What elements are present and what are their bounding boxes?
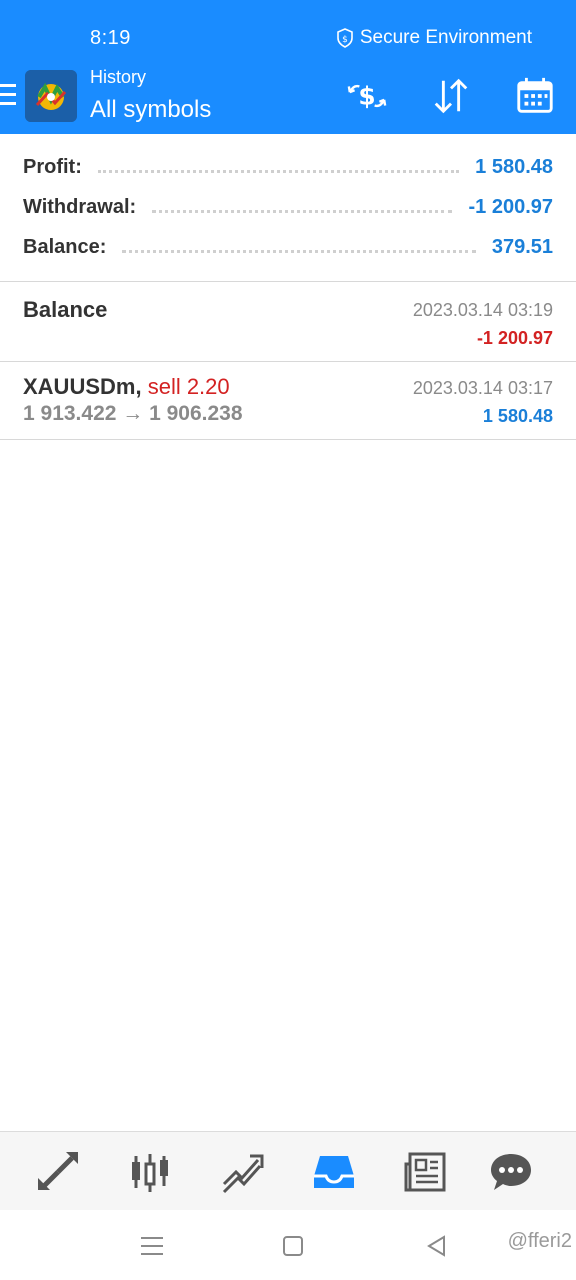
chat-icon [491, 1154, 531, 1190]
secure-label: Secure Environment [359, 27, 532, 48]
deal-row-xauusdm[interactable]: XAUUSDm, sell 2.20 1 913.422 → 1 906.238… [0, 362, 576, 440]
history-summary: Profit: 1 580.48 Withdrawal: -1 200.97 B… [0, 134, 576, 282]
summary-value: 1 580.48 [475, 155, 553, 178]
news-icon [404, 1152, 446, 1192]
summary-row-withdrawal: Withdrawal: -1 200.97 [23, 192, 553, 222]
summary-label: Withdrawal: [23, 195, 137, 218]
watermark: @fferi2 [507, 1230, 572, 1252]
summary-label: Profit: [23, 155, 82, 178]
nav-news[interactable] [403, 1149, 449, 1195]
back-button[interactable] [424, 1232, 452, 1260]
deposit-withdraw-button[interactable]: $ [345, 74, 389, 118]
system-navigation-bar: @fferi2 [0, 1210, 576, 1280]
deal-prices: 1 913.422 → 1 906.238 [23, 402, 243, 425]
summary-row-balance: Balance: 379.51 [23, 232, 553, 262]
deal-amount: 1 580.48 [482, 406, 553, 426]
deal-row-balance[interactable]: Balance 2023.03.14 03:19 -1 200.97 [0, 283, 576, 362]
deal-date: 2023.03.14 03:17 [412, 378, 553, 398]
bottom-navigation [0, 1131, 576, 1210]
summary-value: -1 200.97 [468, 195, 553, 218]
quotes-icon [38, 1152, 78, 1190]
nav-quotes[interactable] [35, 1149, 81, 1195]
page-subtitle: History [90, 67, 147, 87]
shield-icon: $ [337, 28, 353, 48]
home-button[interactable] [280, 1232, 308, 1260]
calendar-button[interactable] [513, 74, 557, 118]
secure-environment-indicator: $ Secure Environment [336, 27, 532, 49]
deal-amount: -1 200.97 [476, 328, 553, 348]
deal-date: 2023.03.14 03:19 [412, 300, 553, 320]
page-title[interactable]: All symbols [90, 96, 211, 124]
nav-chart[interactable] [127, 1149, 173, 1195]
back-icon [427, 1235, 445, 1257]
summary-label: Balance: [23, 235, 107, 258]
deal-side: sell 2.20 [147, 374, 230, 399]
dotted-leader [152, 209, 453, 213]
nav-trade[interactable] [219, 1149, 265, 1195]
status-time: 8:19 [90, 27, 131, 49]
dotted-leader [122, 249, 476, 253]
top-app-bar: 8:19 $ Secure Environment History All sy… [0, 0, 576, 134]
nav-history[interactable] [311, 1149, 357, 1195]
deposit-withdraw-icon: $ [347, 82, 387, 111]
deal-symbol: XAUUSDm, [23, 374, 142, 399]
svg-text:$: $ [342, 35, 348, 45]
deal-title: XAUUSDm, sell 2.20 [23, 374, 230, 400]
app-logo [25, 70, 77, 122]
chart-icon [132, 1154, 168, 1192]
nav-chat[interactable] [488, 1149, 534, 1195]
menu-icon[interactable] [0, 84, 16, 108]
deal-title: Balance [23, 297, 108, 322]
recent-apps-button[interactable] [138, 1232, 166, 1260]
summary-row-profit: Profit: 1 580.48 [23, 152, 553, 182]
sort-icon [434, 78, 468, 114]
recent-apps-icon [141, 1237, 163, 1255]
trade-icon [222, 1154, 264, 1194]
history-icon [314, 1156, 354, 1188]
calendar-icon [517, 77, 553, 113]
home-icon [283, 1236, 303, 1256]
svg-text:$: $ [358, 82, 375, 111]
dotted-leader [97, 169, 460, 173]
summary-value: 379.51 [491, 235, 553, 258]
sort-button[interactable] [429, 74, 473, 118]
